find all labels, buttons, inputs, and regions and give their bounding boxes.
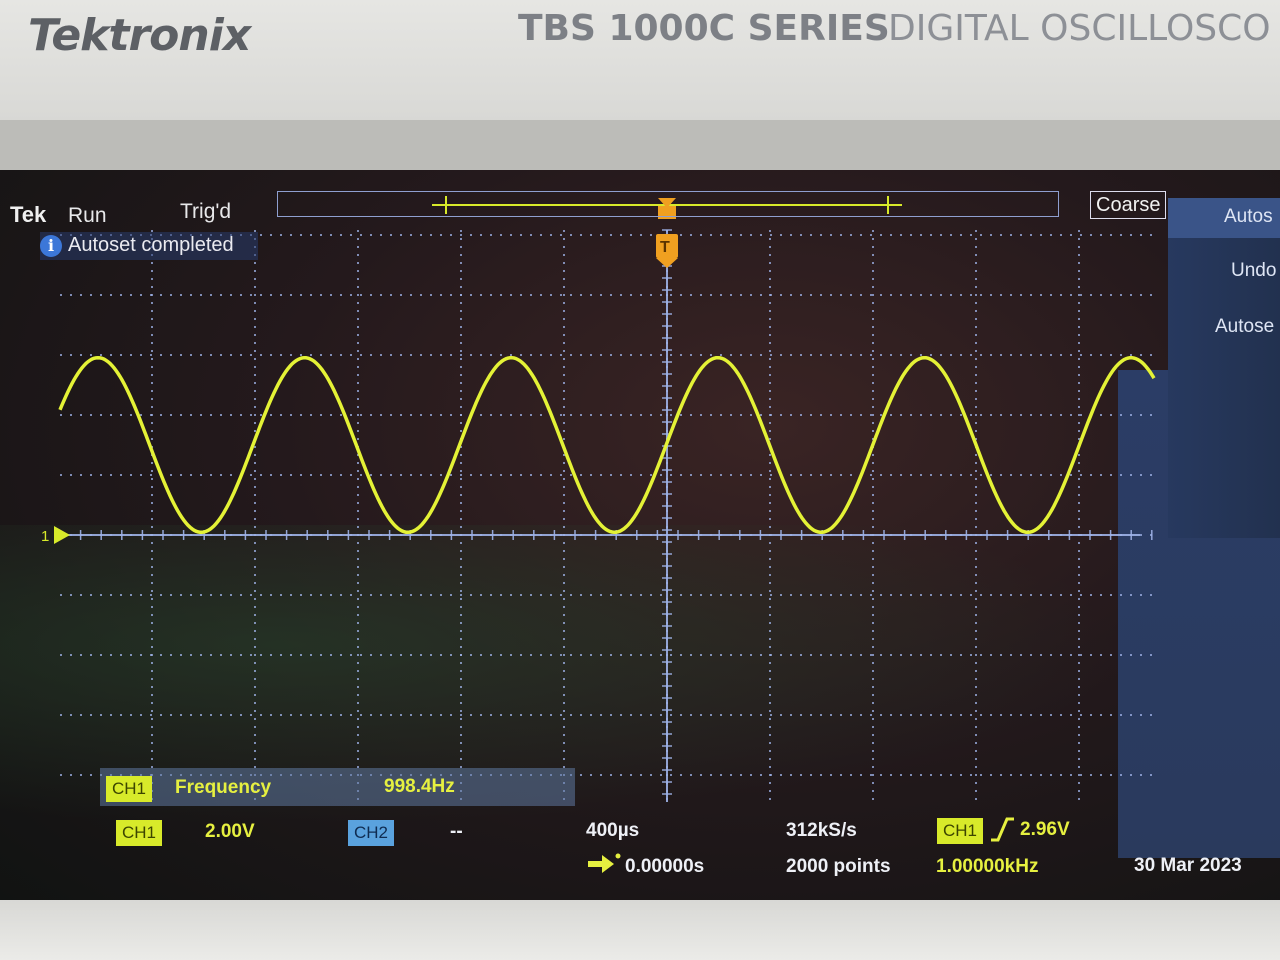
side-menu-title: Autos: [1224, 206, 1273, 227]
tek-logo: Tek: [10, 202, 47, 227]
coarse-knob-mode[interactable]: Coarse: [1090, 191, 1167, 219]
instrument-bezel-bottom: [0, 900, 1280, 960]
trigger-frequency: 1.00000kHz: [936, 856, 1039, 877]
ch1-waveform-trace: [58, 355, 1156, 535]
trigger-channel-badge[interactable]: CH1: [937, 818, 984, 844]
trigger-state: Trig'd: [180, 200, 232, 223]
position-arrow-icon: [588, 853, 621, 873]
measurement-channel-badge: CH1: [106, 776, 153, 802]
horizontal-position[interactable]: 0.00000s: [625, 856, 704, 878]
graticule-grid: [59, 229, 1155, 802]
ch1-scale: 2.00V: [205, 821, 255, 842]
date-readout: 30 Mar 2023: [1134, 855, 1242, 876]
oscilloscope-screen: Autos Undo Autose T 1 Tek Run Trig'd Coa…: [0, 170, 1280, 900]
ch1-marker-label: 1: [41, 528, 49, 545]
info-icon: i: [40, 235, 62, 257]
brand-logo: Tektronix: [28, 10, 251, 61]
trigger-marker-label: T: [660, 239, 670, 256]
trigger-level: 2.96V: [1020, 819, 1070, 840]
acquisition-state[interactable]: Run: [68, 204, 107, 228]
autoset-message-text: Autoset completed: [68, 234, 234, 256]
side-menu-undo[interactable]: Undo: [1231, 260, 1276, 282]
record-length: 2000 points: [786, 856, 891, 877]
autoset-message: i Autoset completed: [40, 232, 258, 260]
time-scale[interactable]: 400µs: [586, 820, 639, 842]
ch1-badge[interactable]: CH1: [116, 820, 163, 846]
rising-edge-icon: [991, 817, 1014, 842]
side-menu-autoset[interactable]: Autose: [1215, 316, 1274, 338]
ch2-scale: --: [450, 821, 463, 842]
side-menu-header: Autos: [1168, 198, 1280, 238]
measurement-value: 998.4Hz: [384, 776, 455, 797]
series-description: DIGITAL OSCILLOSCO: [888, 8, 1271, 49]
measurement-name: Frequency: [175, 777, 272, 798]
record-view-bar: [277, 191, 1059, 217]
series-label: TBS 1000C SERIES: [518, 8, 890, 49]
autoset-side-menu: Autos Undo Autose: [1168, 198, 1280, 538]
ch1-ground-marker: [54, 526, 70, 544]
sample-rate: 312kS/s: [786, 820, 857, 841]
measurement-bar[interactable]: CH1 Frequency 998.4Hz: [100, 768, 575, 806]
ch2-badge[interactable]: CH2: [348, 820, 395, 846]
waveform-display: T 1: [41, 196, 1156, 802]
